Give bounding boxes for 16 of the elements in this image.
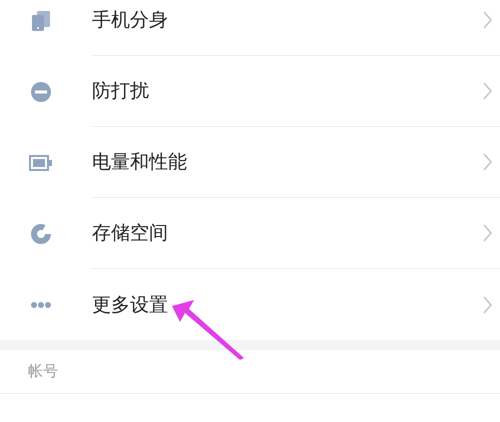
battery-icon (29, 154, 53, 170)
settings-item[interactable]: 电量和性能 (0, 127, 500, 198)
chevron-right-icon (483, 11, 492, 29)
settings-item[interactable]: 手机分身 (0, 0, 500, 56)
pie-ring-icon (30, 222, 52, 244)
settings-item[interactable]: 更多设置 (0, 269, 500, 340)
section-header: 帐号 (28, 362, 58, 381)
minus-circle-icon (30, 80, 52, 102)
settings-item[interactable]: 存储空间 (0, 198, 500, 269)
chevron-right-icon (483, 224, 492, 242)
chevron-right-icon (483, 296, 492, 314)
more-icon (30, 300, 52, 308)
chevron-right-icon (483, 153, 492, 171)
phone-copy-icon (30, 10, 52, 32)
chevron-right-icon (483, 82, 492, 100)
settings-item[interactable]: 防打扰 (0, 56, 500, 127)
